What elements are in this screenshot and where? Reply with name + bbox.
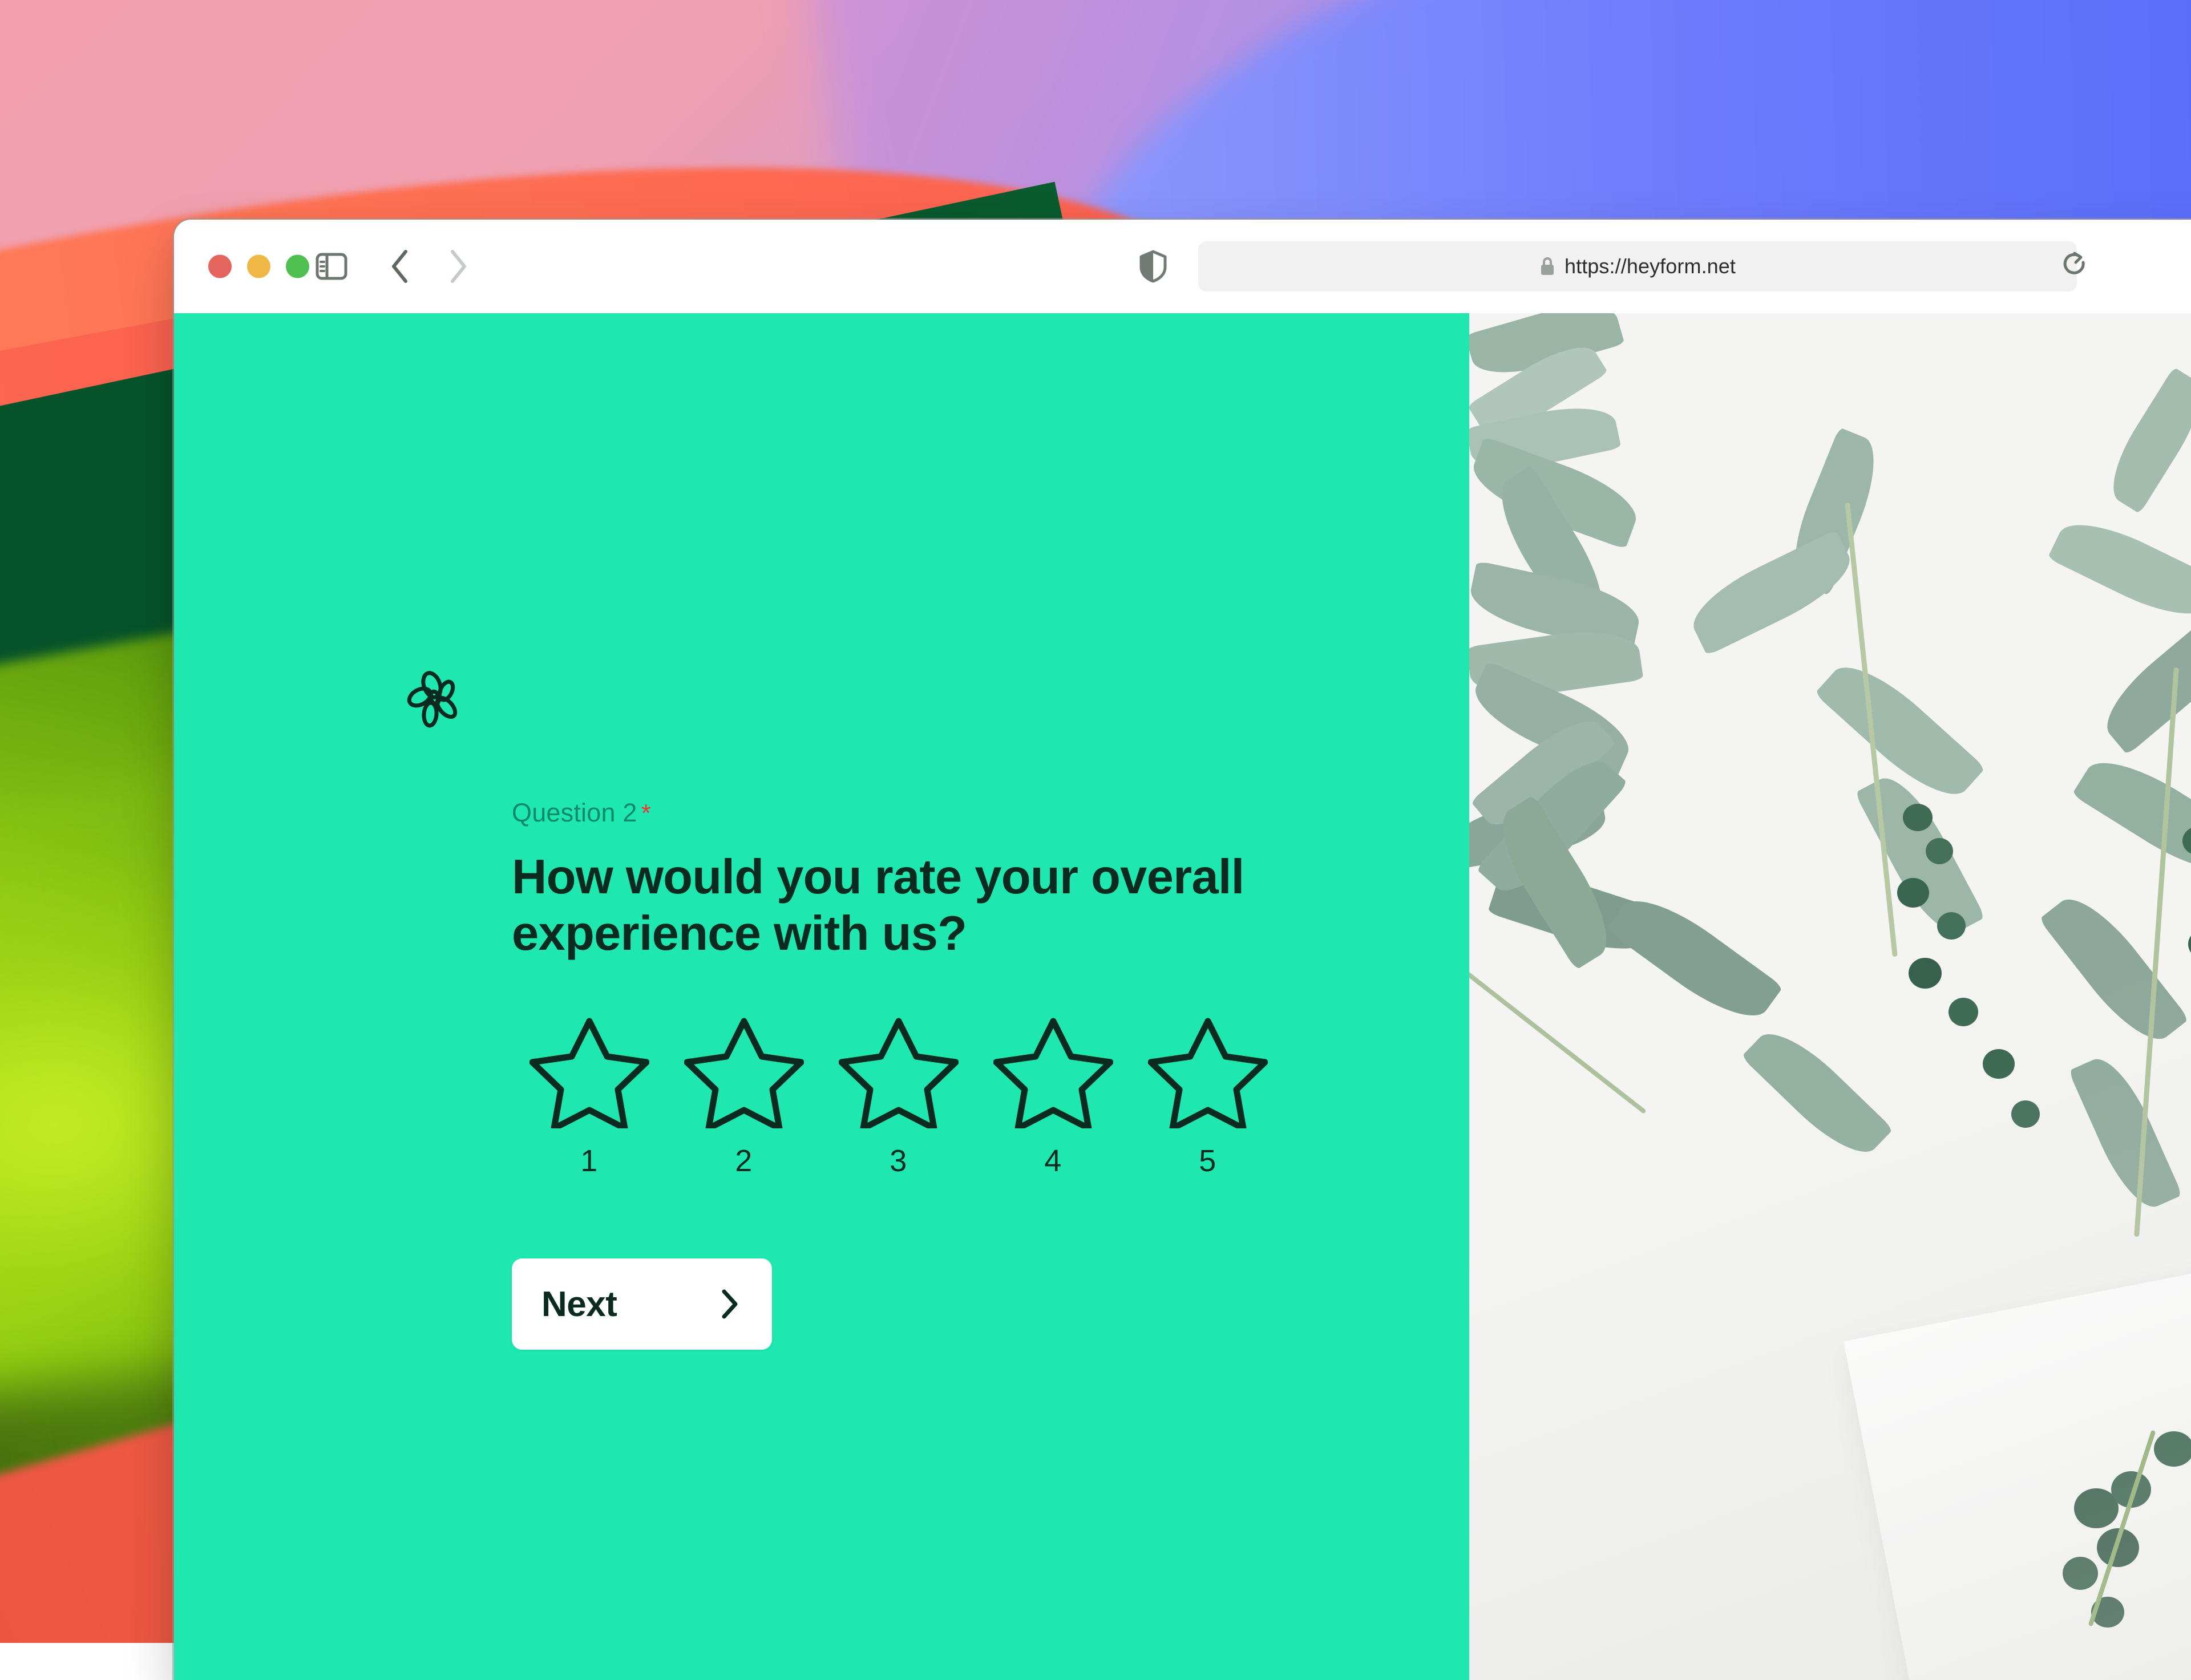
address-bar[interactable]: https://heyform.net [1198,241,2077,292]
next-button-label: Next [541,1284,617,1325]
star-rating-option-3[interactable]: 3 [821,1014,976,1179]
sidebar-toggle-button[interactable] [310,245,353,288]
question-title: How would you rate your overall experien… [512,849,1322,962]
chevron-right-icon [716,1287,742,1321]
chevron-left-icon [389,249,411,284]
small-leaf [2188,929,2191,959]
star-icon [529,1014,649,1128]
forward-button[interactable] [436,245,480,288]
star-icon [1148,1014,1268,1128]
leaf [1682,529,1861,655]
leaf [1741,1018,1894,1168]
small-leaf [1937,912,1966,940]
star-rating-label-1: 1 [580,1143,598,1179]
leaf [2098,367,2191,514]
form-pane: Question 2* How would you rate your over… [174,313,1469,1680]
star-rating-label-5: 5 [1199,1143,1216,1179]
star-rating-label-4: 4 [1044,1143,1062,1179]
close-window-button[interactable] [208,255,232,278]
leaf [1854,766,1985,944]
paper-card [1844,1200,2191,1680]
leaf [2072,744,2191,888]
leaf [2068,1049,2182,1217]
small-leaf [1903,804,1933,831]
leaf [1606,883,1784,1034]
small-leaf [1926,838,1953,864]
question-number-text: Question 2 [512,798,637,827]
small-leaf [2011,1100,2040,1128]
heyform-flower-logo-icon[interactable] [405,670,465,730]
back-button[interactable] [378,245,422,288]
zoom-window-button[interactable] [286,255,309,278]
address-bar-url: https://heyform.net [1565,254,1736,278]
star-rating-option-4[interactable]: 4 [976,1014,1130,1179]
star-rating-option-1[interactable]: 1 [512,1014,666,1179]
star-rating-group: 1 2 3 [512,1014,1402,1179]
leaf [2039,884,2189,1054]
page-content: Question 2* How would you rate your over… [174,313,2191,1680]
minimize-window-button[interactable] [247,255,270,278]
small-leaf [1909,958,1942,989]
small-leaf [2063,1557,2098,1590]
window-controls [208,255,309,278]
required-asterisk: * [641,799,651,827]
star-icon [993,1014,1113,1128]
privacy-report-button[interactable] [1133,246,1174,287]
star-rating-label-2: 2 [735,1143,753,1179]
form-question-block: Question 2* How would you rate your over… [512,798,1402,1350]
browser-toolbar: https://heyform.net [174,220,2191,313]
decorative-photo-pane [1469,313,2191,1680]
chevron-right-icon [447,249,470,284]
small-leaf [2154,1431,2191,1467]
privacy-shield-icon [1139,250,1167,283]
sidebar-icon [316,253,347,280]
leaf [2047,508,2191,630]
small-leaf [1983,1049,2015,1079]
star-rating-option-2[interactable]: 2 [666,1014,821,1179]
small-leaf [1897,878,1929,908]
star-rating-option-5[interactable]: 5 [1130,1014,1285,1179]
reload-button[interactable] [2054,245,2097,288]
star-icon [839,1014,959,1128]
star-icon [684,1014,804,1128]
next-button[interactable]: Next [512,1258,772,1350]
question-number-label: Question 2* [512,798,1402,828]
browser-window: https://heyform.net [174,220,2191,1680]
small-leaf [1949,998,1978,1026]
star-rating-label-3: 3 [890,1143,907,1179]
lock-icon [1539,256,1555,277]
reload-icon [2061,251,2090,282]
